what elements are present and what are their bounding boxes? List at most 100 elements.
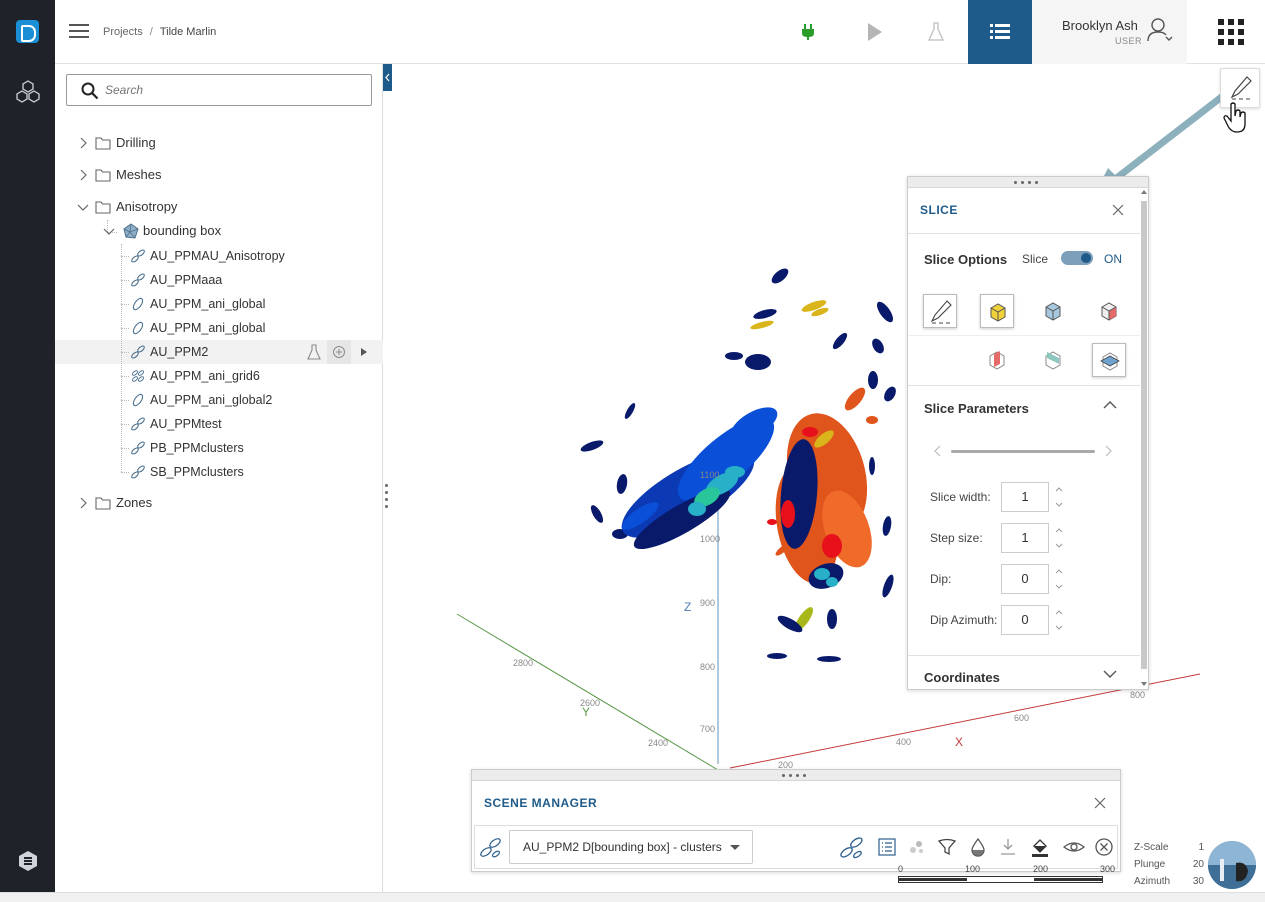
tree-node-label: bounding box (143, 223, 222, 238)
attribute-list-icon[interactable] (877, 837, 897, 857)
objects-cubes-icon[interactable] (15, 79, 41, 105)
points-icon[interactable] (907, 837, 927, 857)
slice-knife-option[interactable] (923, 294, 957, 328)
chevron-down-icon[interactable] (103, 225, 115, 237)
folder-icon (95, 137, 111, 150)
dip-input[interactable]: 0 (1001, 564, 1049, 594)
ellipse-icon (132, 297, 144, 311)
chevron-right-icon[interactable] (77, 137, 89, 149)
panel-resize-handle[interactable] (385, 484, 389, 514)
ellipsoids-icon (131, 417, 145, 431)
slice-toggle-state: ON (1104, 252, 1122, 266)
x-tick: 800 (1130, 690, 1145, 700)
apps-grid-icon[interactable] (1218, 19, 1244, 45)
mesh-polyhedron-icon (123, 223, 139, 239)
step-size-label: Step size: (930, 531, 983, 545)
remove-circle-icon[interactable] (1094, 837, 1114, 857)
y-axis-line (456, 613, 719, 771)
slice-plane-red-option[interactable] (980, 343, 1014, 377)
visibility-eye-icon[interactable] (1063, 837, 1085, 857)
slice-toggle[interactable] (1061, 251, 1093, 265)
plug-connected-icon[interactable] (796, 20, 820, 44)
step-size-input[interactable]: 1 (1001, 523, 1049, 553)
app-window: Projects / Tilde Marlin Brooklyn Ash USER (0, 0, 1265, 902)
x-tick: 400 (896, 737, 911, 747)
flask-row-icon[interactable] (307, 344, 321, 360)
slice-box-yellow-option[interactable] (980, 294, 1014, 328)
close-icon[interactable] (1112, 204, 1124, 216)
add-row-button[interactable] (327, 340, 351, 364)
slice-panel: SLICE Slice Options Slice ON Slice Param… (907, 176, 1149, 690)
slice-panel-grip[interactable] (908, 177, 1148, 188)
dip-stepper[interactable] (1054, 565, 1064, 593)
user-account-icon (1147, 18, 1173, 42)
opacity-drop-icon[interactable] (968, 837, 988, 857)
slice-width-label: Slice width: (930, 490, 991, 504)
slice-width-input[interactable]: 1 (1001, 482, 1049, 512)
orientation-globe-icon[interactable] (1208, 841, 1256, 889)
caret-right-icon[interactable] (360, 347, 368, 357)
fill-color-icon[interactable] (1030, 837, 1050, 857)
chevron-down-icon[interactable] (1103, 669, 1117, 679)
slider-next-icon[interactable] (1103, 445, 1113, 457)
filter-icon[interactable] (937, 837, 957, 857)
slice-width-stepper[interactable] (1054, 483, 1064, 511)
folder-icon (95, 201, 111, 214)
view-stat-label: Plunge (1134, 859, 1166, 870)
scale-tick: 0 (898, 864, 904, 874)
step-size-stepper[interactable] (1054, 524, 1064, 552)
slice-knife-icon (930, 300, 952, 324)
z-tick: 800 (700, 662, 715, 672)
y-tick: 2800 (513, 658, 533, 668)
dip-azimuth-input[interactable]: 0 (1001, 605, 1049, 635)
search-input[interactable] (105, 80, 355, 100)
top-bar: Projects / Tilde Marlin Brooklyn Ash USER (55, 0, 1265, 64)
flask-icon[interactable] (924, 20, 948, 44)
play-icon[interactable] (862, 20, 886, 44)
add-circle-icon (333, 346, 345, 358)
z-tick: 1100 (700, 470, 719, 480)
slider-prev-icon[interactable] (933, 445, 943, 457)
plane-horizontal-icon (1100, 352, 1120, 371)
ellipsoid-style-icon[interactable] (839, 835, 865, 861)
scene-manager-grip[interactable] (472, 770, 1120, 781)
download-icon[interactable] (998, 837, 1018, 857)
chevron-down-icon[interactable] (77, 201, 89, 213)
view-stat-value: 1 (1198, 842, 1204, 853)
view-stat-label: Azimuth (1134, 876, 1171, 887)
slice-panel-scrollbar[interactable] (1140, 189, 1148, 689)
chevron-right-icon[interactable] (77, 497, 89, 509)
slice-position-slider[interactable] (951, 450, 1095, 453)
scale-tick: 100 (965, 864, 981, 874)
menu-icon[interactable] (69, 22, 89, 40)
folder-icon (95, 169, 111, 182)
breadcrumb-projects[interactable]: Projects (103, 26, 143, 38)
layers-list-button[interactable] (968, 0, 1032, 64)
view-stats: Z-Scale 1 Plunge 20 Azimuth 30 (1134, 842, 1204, 893)
folder-icon (95, 497, 111, 510)
hand-cursor-icon (1223, 102, 1246, 133)
scene-layer-select[interactable]: AU_PPM2 D[bounding box] - clusters (509, 830, 753, 864)
dip-azimuth-stepper[interactable] (1054, 606, 1064, 634)
slice-panel-title: SLICE (920, 203, 958, 217)
slice-plane-teal-option[interactable] (1036, 343, 1070, 377)
collapse-panel-tab[interactable] (383, 64, 392, 91)
close-icon[interactable] (1094, 797, 1106, 809)
help-badge-icon[interactable] (17, 850, 39, 872)
slice-knife-icon (1230, 76, 1252, 100)
slice-box-red-option[interactable] (1092, 294, 1126, 328)
view-stat-value: 30 (1192, 876, 1204, 887)
slice-box-blue-option[interactable] (1036, 294, 1070, 328)
chevron-up-icon[interactable] (1103, 400, 1117, 410)
x-axis-label: X (955, 735, 963, 749)
left-rail (0, 0, 55, 902)
breadcrumb-current: Tilde Marlin (159, 26, 217, 38)
app-logo-icon[interactable] (16, 20, 39, 43)
tree-search (66, 74, 372, 106)
z-tick: 700 (700, 724, 715, 734)
dip-label: Dip: (930, 572, 952, 586)
slice-plane-horizontal-option[interactable] (1092, 343, 1126, 377)
slice-toggle-label: Slice (1022, 252, 1049, 266)
chevron-right-icon[interactable] (77, 169, 89, 181)
user-menu[interactable]: Brooklyn Ash USER (1032, 0, 1187, 64)
